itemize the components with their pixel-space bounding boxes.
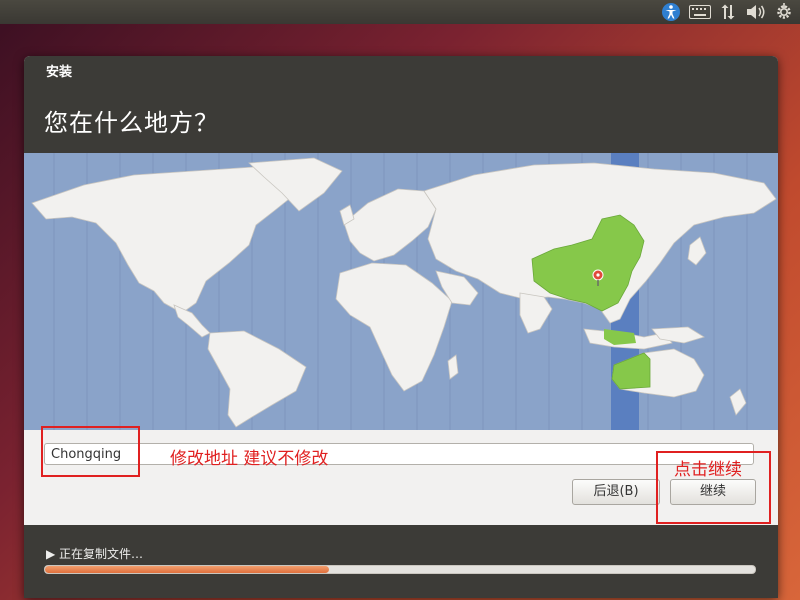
progress-footer: ▶ 正在复制文件… [24,525,778,598]
back-button[interactable]: 后退(B) [572,479,660,505]
world-map [31,157,777,428]
progress-bar [44,565,756,574]
network-icon[interactable] [718,2,738,22]
progress-bar-fill [45,566,329,573]
status-text[interactable]: ▶ 正在复制文件… [46,545,143,562]
location-highlight-box [41,426,140,477]
timezone-map[interactable] [24,153,778,430]
page-title: 您在什么地方？ [44,109,219,137]
gear-icon[interactable] [774,2,794,22]
location-annotation: 修改地址 建议不修改 [170,449,329,469]
location-input[interactable]: Chongqing [44,443,754,465]
dialog-header: 安装 您在什么地方？ [24,56,778,153]
accessibility-icon[interactable] [661,2,681,22]
top-panel [0,0,800,24]
window-title: 安装 [46,65,73,80]
continue-annotation: 点击继续 [674,460,742,480]
keyboard-icon[interactable] [688,2,712,22]
volume-icon[interactable] [745,2,767,22]
